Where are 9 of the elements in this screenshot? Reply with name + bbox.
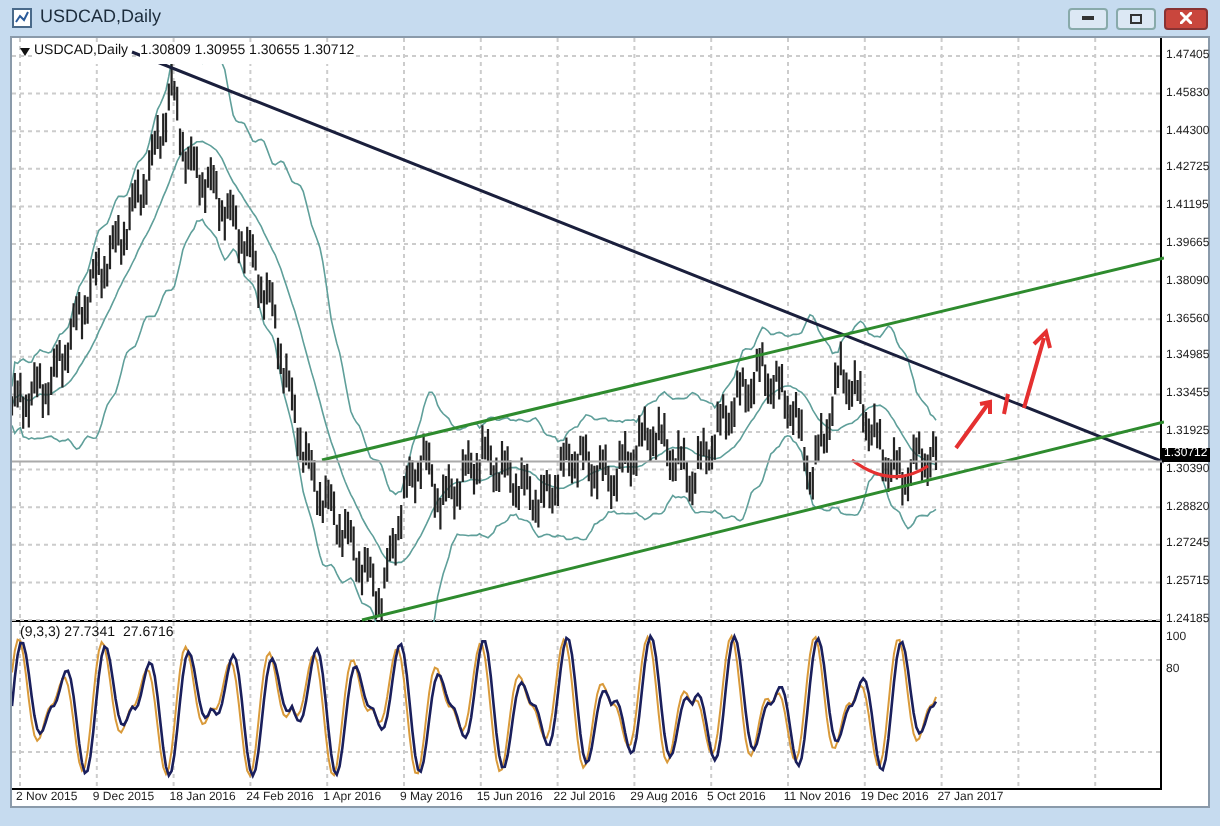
- chart-window-icon: [12, 8, 32, 28]
- maximize-button[interactable]: [1116, 7, 1156, 29]
- dropdown-caret-icon[interactable]: [20, 48, 30, 57]
- maximize-icon: [1130, 13, 1142, 23]
- close-button[interactable]: [1164, 7, 1208, 29]
- minimize-button[interactable]: [1068, 7, 1108, 29]
- minimize-icon: [1082, 16, 1094, 20]
- window-title: USDCAD,Daily: [40, 4, 162, 31]
- close-icon: [1180, 12, 1192, 24]
